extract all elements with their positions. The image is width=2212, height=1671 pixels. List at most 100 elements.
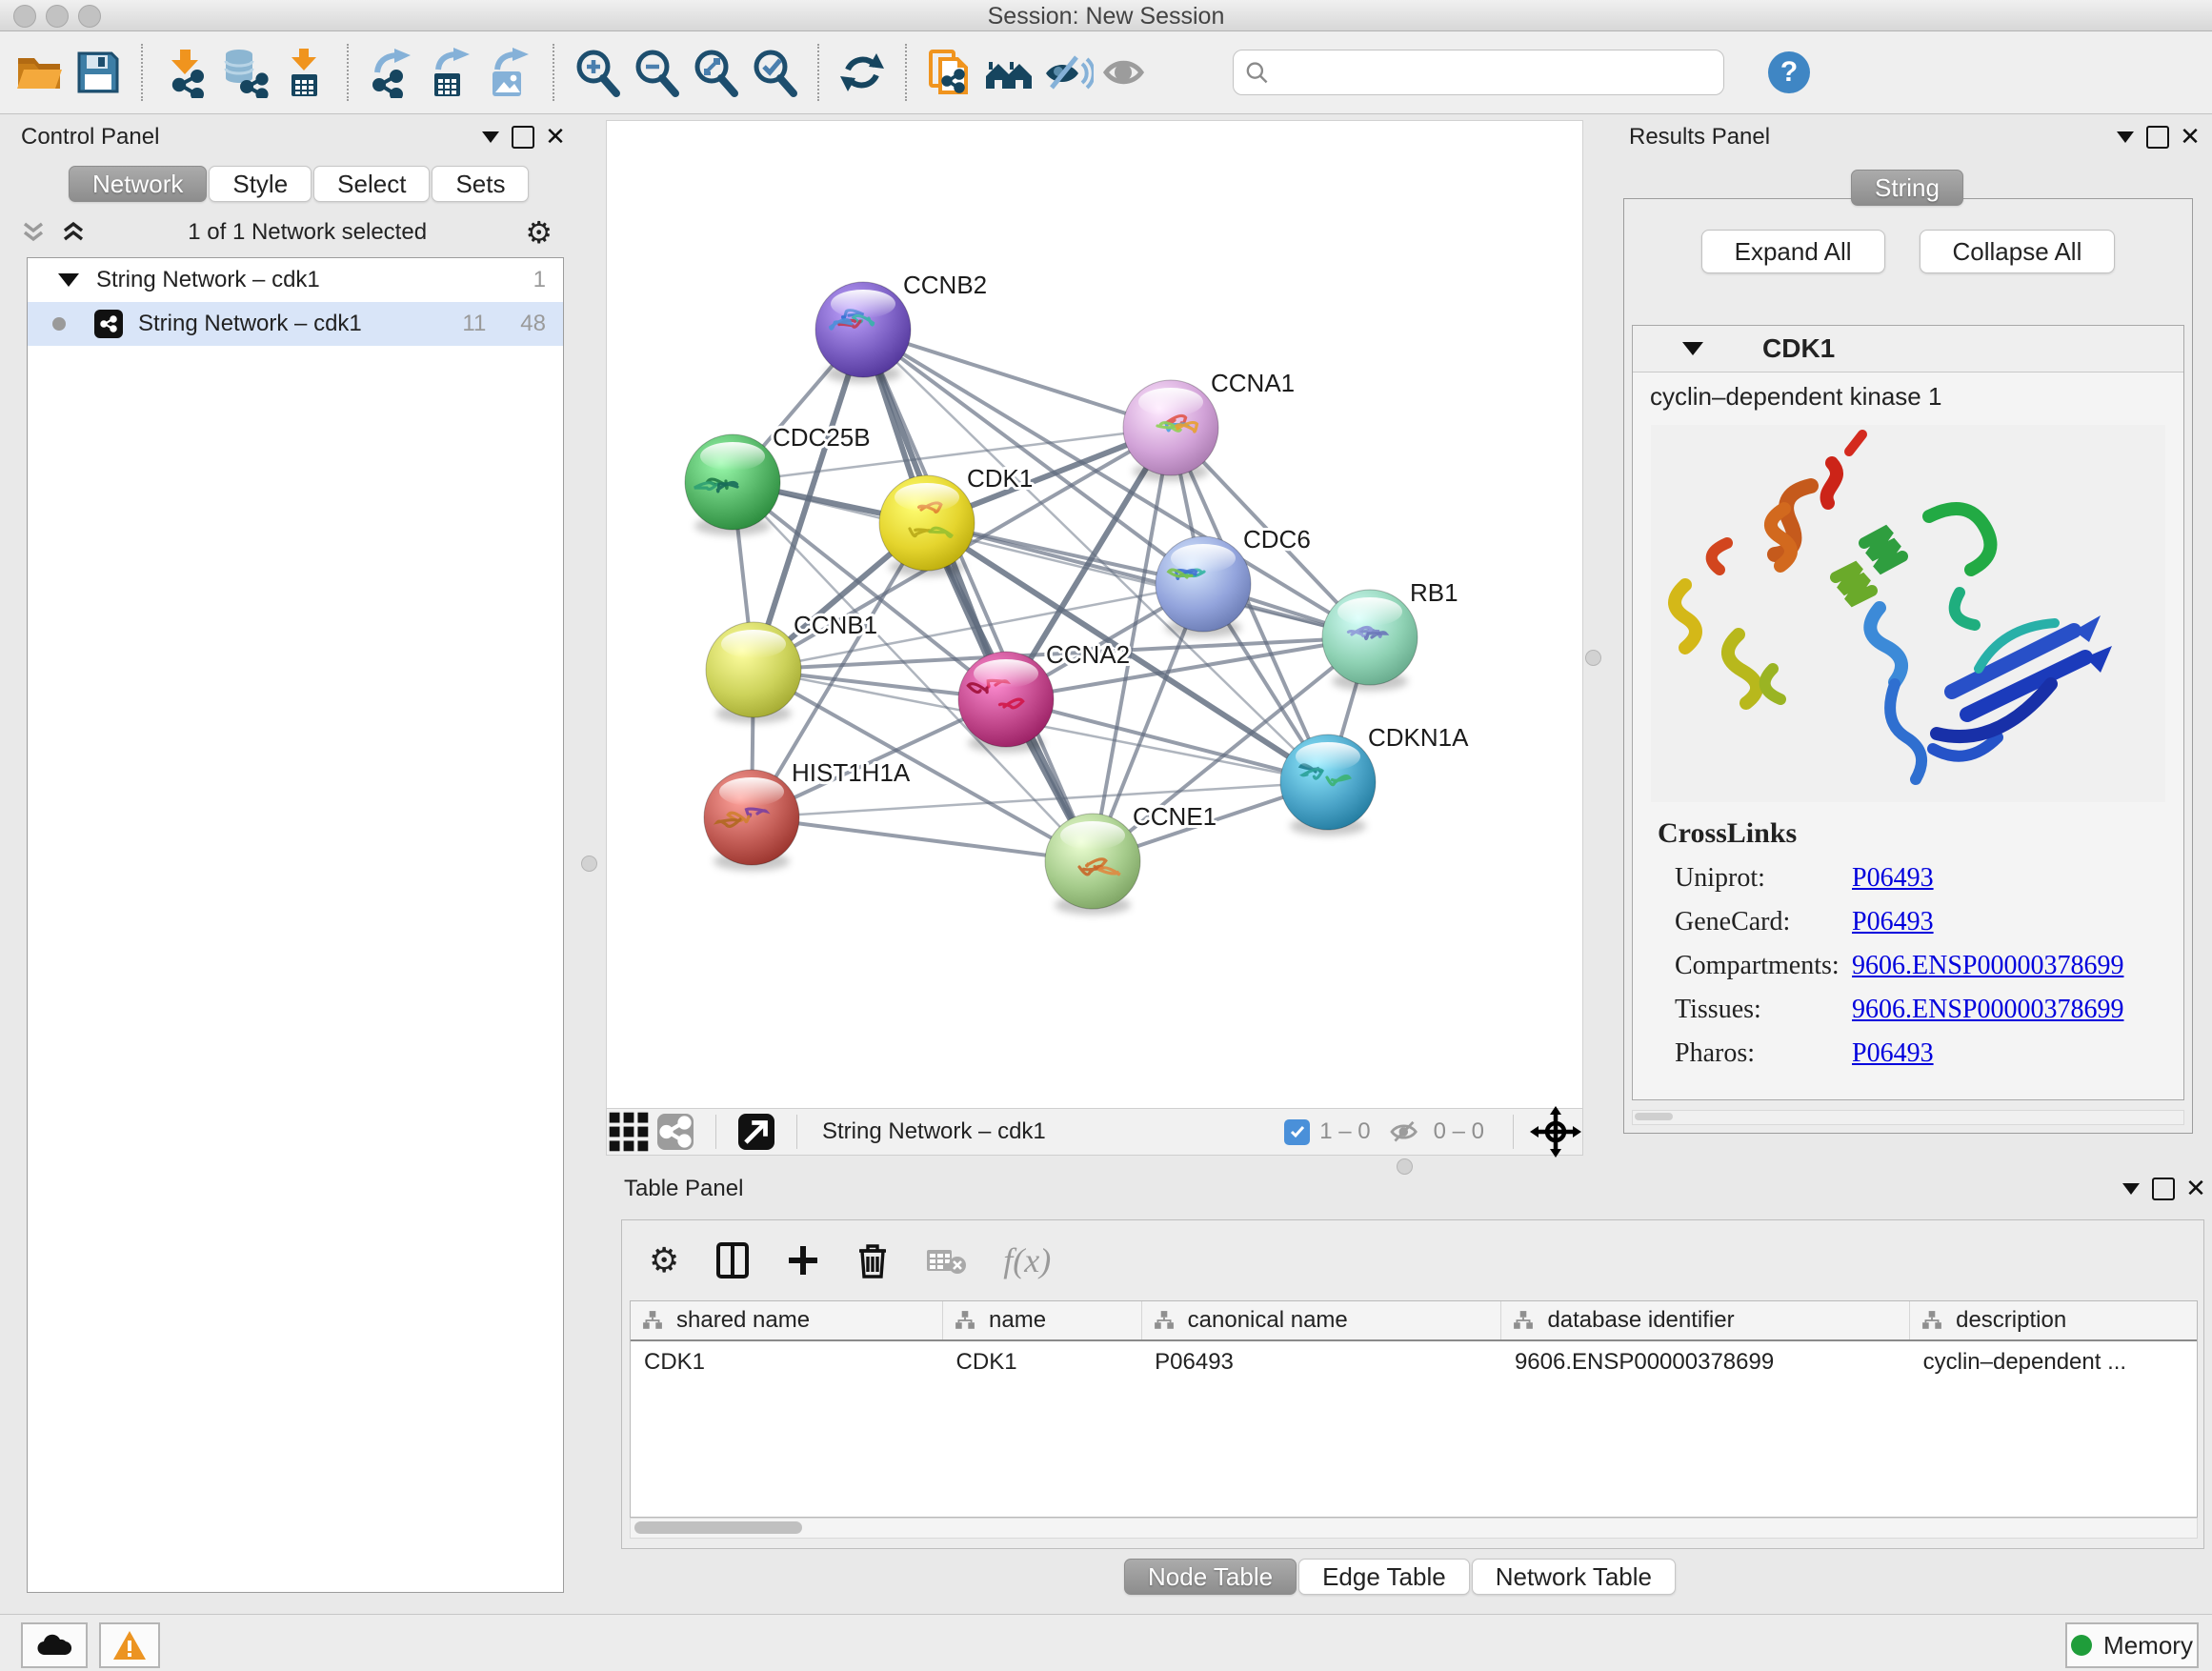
refresh-view-button[interactable] — [833, 44, 892, 101]
tab-network-table[interactable]: Network Table — [1472, 1559, 1676, 1595]
delete-column-icon[interactable] — [856, 1241, 889, 1279]
graph-node-RB1[interactable]: RB1 — [1322, 578, 1458, 691]
tab-sets[interactable]: Sets — [432, 166, 529, 202]
show-hidden-button-disabled[interactable] — [1097, 44, 1156, 101]
network-edge-count: 48 — [520, 311, 546, 337]
export-table-button[interactable] — [421, 44, 480, 101]
import-table-file-button[interactable] — [274, 44, 333, 101]
detach-view-button[interactable] — [732, 1103, 781, 1160]
network-options-gear-icon[interactable]: ⚙ — [525, 214, 553, 251]
crosslink-label: Compartments: — [1675, 951, 1852, 981]
tab-network[interactable]: Network — [69, 166, 207, 202]
graph-node-CCNE1[interactable]: CCNE1 — [1045, 802, 1217, 915]
horizontal-splitter-handle[interactable] — [1397, 1158, 1413, 1175]
search-field[interactable] — [1233, 50, 1724, 95]
zoom-fit-button[interactable] — [686, 44, 745, 101]
add-column-icon[interactable] — [786, 1243, 820, 1278]
table-options-gear-icon[interactable]: ⚙ — [649, 1240, 679, 1280]
crosslink-link[interactable]: P06493 — [1852, 907, 1934, 937]
zoom-in-button[interactable] — [568, 44, 627, 101]
graph-node-CCNB1[interactable]: CCNB1 — [706, 611, 877, 723]
results-panel-close-button[interactable]: ✕ — [2174, 122, 2206, 151]
network-row[interactable]: String Network – cdk1 11 48 — [28, 302, 563, 346]
column-header-database-identifier[interactable]: database identifier — [1501, 1301, 1910, 1340]
zoom-in-icon — [572, 47, 623, 98]
network-view-button[interactable] — [651, 1103, 700, 1160]
table-cell[interactable]: CDK1 — [631, 1340, 943, 1383]
column-header-canonical-name[interactable]: canonical name — [1141, 1301, 1501, 1340]
hide-selected-button[interactable] — [1038, 44, 1097, 101]
table-panel-close-button[interactable]: ✕ — [2180, 1174, 2212, 1203]
right-splitter-handle[interactable] — [1585, 650, 1601, 666]
crosslink-link[interactable]: 9606.ENSP00000378699 — [1852, 995, 2123, 1025]
import-network-file-button[interactable] — [156, 44, 215, 101]
tab-string[interactable]: String — [1851, 170, 1963, 206]
graph-node-CDKN1A[interactable]: CDKN1A — [1280, 723, 1469, 836]
column-type-icon — [1921, 1310, 1942, 1331]
warning-status-button[interactable] — [99, 1622, 160, 1668]
help-button[interactable]: ? — [1768, 51, 1810, 93]
zoom-out-icon — [631, 47, 682, 98]
expand-all-button[interactable]: Expand All — [1701, 230, 1885, 273]
collapse-all-button[interactable]: Collapse All — [1920, 230, 2116, 273]
zoom-selected-button[interactable] — [745, 44, 804, 101]
collection-collapse-icon[interactable] — [58, 273, 79, 287]
tab-style[interactable]: Style — [209, 166, 312, 202]
table-cell[interactable]: CDK1 — [943, 1340, 1142, 1383]
graph-node-CDC6[interactable]: CDC6 — [1156, 525, 1311, 637]
network-from-clipboard-button[interactable] — [920, 44, 979, 101]
crosslink-link[interactable]: P06493 — [1852, 863, 1934, 894]
graph-node-CCNA2[interactable]: CCNA2 — [958, 640, 1130, 753]
results-panel-float-button[interactable] — [2142, 126, 2174, 149]
table-scrollbar[interactable] — [630, 1518, 2198, 1539]
show-columns-icon[interactable] — [715, 1241, 750, 1279]
column-type-icon — [955, 1310, 975, 1331]
home-button[interactable] — [979, 44, 1038, 101]
cloud-status-button[interactable] — [21, 1622, 88, 1668]
table-row[interactable]: CDK1CDK1P064939606.ENSP00000378699cyclin… — [631, 1340, 2198, 1383]
tab-node-table[interactable]: Node Table — [1124, 1559, 1297, 1595]
import-network-database-button[interactable] — [215, 44, 274, 101]
table-panel-float-button[interactable] — [2147, 1178, 2180, 1200]
control-panel-close-button[interactable]: ✕ — [539, 122, 572, 151]
memory-status-button[interactable]: Memory — [2065, 1622, 2199, 1668]
network-graph[interactable]: CCNB2CCNA1CDC25BCDK1CDC6RB1CCNB1CCNA2CDK… — [607, 121, 1582, 1108]
selected-checkbox[interactable] — [1284, 1119, 1310, 1145]
fit-selected-button[interactable] — [1529, 1103, 1582, 1160]
hidden-eye-icon[interactable] — [1388, 1117, 1424, 1146]
zoom-out-button[interactable] — [627, 44, 686, 101]
expand-tree-icon[interactable] — [17, 218, 50, 247]
node-table[interactable]: shared namenamecanonical namedatabase id… — [630, 1300, 2198, 1518]
collapse-card-icon[interactable] — [1682, 342, 1703, 355]
protein-card-header[interactable]: CDK1 — [1633, 326, 2183, 372]
import-network-icon — [160, 47, 211, 98]
network-selection-status: 1 of 1 Network selected — [90, 219, 525, 246]
tab-edge-table[interactable]: Edge Table — [1298, 1559, 1470, 1595]
crosslink-link[interactable]: P06493 — [1852, 1038, 1934, 1069]
export-image-button[interactable] — [480, 44, 539, 101]
results-panel-menu-button[interactable] — [2109, 131, 2142, 143]
search-input[interactable] — [1268, 58, 1712, 87]
open-session-button[interactable] — [10, 44, 69, 101]
network-collection-row[interactable]: String Network – cdk1 1 — [28, 258, 563, 302]
save-session-button[interactable] — [69, 44, 128, 101]
crosslink-link[interactable]: 9606.ENSP00000378699 — [1852, 951, 2123, 981]
table-cell[interactable]: P06493 — [1141, 1340, 1501, 1383]
collapse-tree-icon[interactable] — [57, 218, 90, 247]
grid-view-button[interactable] — [607, 1103, 651, 1160]
tab-select[interactable]: Select — [313, 166, 430, 202]
results-scrollbar[interactable] — [1632, 1110, 2184, 1125]
control-panel-float-button[interactable] — [507, 126, 539, 149]
left-splitter-handle[interactable] — [581, 856, 597, 872]
column-header-description[interactable]: description — [1910, 1301, 2198, 1340]
network-canvas[interactable]: CCNB2CCNA1CDC25BCDK1CDC6RB1CCNB1CCNA2CDK… — [606, 120, 1583, 1109]
control-panel-menu-button[interactable] — [474, 131, 507, 143]
export-network-button[interactable] — [362, 44, 421, 101]
crosslink-label: Uniprot: — [1675, 863, 1852, 894]
table-panel-menu-button[interactable] — [2115, 1183, 2147, 1195]
column-header-shared-name[interactable]: shared name — [631, 1301, 943, 1340]
column-header-name[interactable]: name — [943, 1301, 1142, 1340]
table-cell[interactable]: cyclin–dependent ... — [1910, 1340, 2198, 1383]
graph-node-CCNA1[interactable]: CCNA1 — [1123, 369, 1295, 481]
table-cell[interactable]: 9606.ENSP00000378699 — [1501, 1340, 1910, 1383]
